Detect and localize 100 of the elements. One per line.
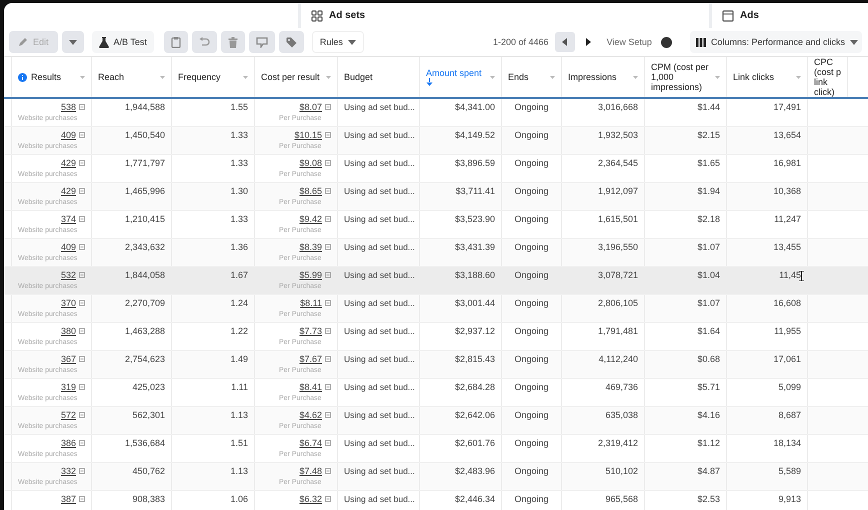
- budget-cell: Using ad set bud...: [344, 410, 415, 420]
- table-cell: 18,134: [773, 438, 801, 448]
- table-cell: 1,465,996: [124, 186, 165, 196]
- rules-button[interactable]: Rules: [312, 31, 364, 53]
- compare-icon: [79, 300, 85, 306]
- table-cell: 5,589: [778, 466, 801, 476]
- table-cell: 1.13: [230, 410, 248, 420]
- table-cell: 13,455: [773, 242, 801, 252]
- table-row[interactable]: 387 908,383 1.06 $6.32 Using ad set bud... $2,446.34 Ongoing 965,568 $2.53 9,913: [4, 491, 868, 510]
- table-cell: 1.33: [230, 158, 248, 168]
- results-link[interactable]: 319: [60, 382, 76, 392]
- cost-link[interactable]: $7.73: [299, 326, 322, 336]
- table-cell: $2.18: [697, 214, 720, 224]
- cost-link[interactable]: $9.08: [299, 158, 322, 168]
- column-header[interactable]: Ends: [502, 57, 562, 97]
- results-link[interactable]: 387: [60, 494, 76, 504]
- previous-page-button[interactable]: [554, 32, 575, 52]
- end-date-cell: Ongoing: [514, 494, 549, 504]
- column-header[interactable]: CPM (cost per 1,000 impressions): [645, 57, 727, 97]
- left-triangle-icon: [562, 38, 568, 46]
- budget-cell: Using ad set bud...: [344, 186, 415, 196]
- cost-link[interactable]: $8.41: [299, 382, 322, 392]
- table-cell: $1.04: [697, 270, 720, 280]
- table-cell: $1.65: [697, 158, 720, 168]
- results-link[interactable]: 429: [60, 186, 76, 196]
- column-header[interactable]: Budget: [338, 57, 420, 97]
- compare-icon: [325, 468, 331, 474]
- table-cell: 1,932,503: [598, 130, 638, 140]
- table-cell: 635,038: [605, 410, 638, 420]
- cost-link[interactable]: $8.39: [299, 242, 322, 252]
- results-link[interactable]: 409: [60, 130, 76, 140]
- table-cell: 469,736: [605, 382, 638, 392]
- cost-link[interactable]: $7.67: [299, 354, 322, 364]
- table-cell: $2,937.12: [454, 326, 495, 336]
- cost-link[interactable]: $8.65: [299, 186, 322, 196]
- caret-icon: [850, 40, 858, 44]
- table-cell: $2,815.43: [454, 354, 495, 364]
- results-link[interactable]: 380: [60, 326, 76, 336]
- results-link[interactable]: 429: [60, 158, 76, 168]
- results-link[interactable]: 409: [60, 242, 76, 252]
- cost-link[interactable]: $6.32: [299, 494, 322, 504]
- results-link[interactable]: 332: [60, 466, 76, 476]
- table-cell: 1.33: [230, 214, 248, 224]
- table-cell: 16,608: [773, 298, 801, 308]
- table-cell: 1.30: [230, 186, 248, 196]
- table-cell: $1.44: [697, 102, 720, 112]
- cost-link[interactable]: $5.99: [299, 270, 322, 280]
- column-header[interactable]: Amount spent: [420, 57, 502, 97]
- table-cell: 908,383: [132, 494, 165, 504]
- column-header[interactable]: Cost per result: [255, 57, 338, 97]
- end-date-cell: Ongoing: [514, 382, 549, 392]
- cost-link[interactable]: $6.74: [299, 438, 322, 448]
- ab-test-button[interactable]: A/B Test: [92, 31, 154, 53]
- end-date-cell: Ongoing: [514, 354, 549, 364]
- sort-arrow-icon: [426, 78, 433, 86]
- table-cell: 8,687: [778, 410, 801, 420]
- table-cell: $3,188.60: [454, 270, 495, 280]
- column-header[interactable]: Impressions: [562, 57, 645, 97]
- compare-icon: [79, 244, 85, 250]
- table-cell: $3,896.59: [454, 158, 495, 168]
- table-cell: $1.07: [697, 242, 720, 252]
- trash-icon: [228, 36, 238, 48]
- table-cell: $3,523.90: [454, 214, 495, 224]
- cost-link[interactable]: $9.42: [299, 214, 322, 224]
- column-header[interactable]: Results: [12, 57, 92, 97]
- results-link[interactable]: 374: [60, 214, 76, 224]
- columns-button[interactable]: Columns: Performance and clicks: [690, 31, 862, 53]
- results-link[interactable]: 572: [60, 410, 76, 420]
- table-cell: $2,483.96: [454, 466, 495, 476]
- table-cell: 1.13: [230, 466, 248, 476]
- budget-cell: Using ad set bud...: [344, 382, 415, 392]
- table-cell: 425,023: [132, 382, 165, 392]
- compare-icon: [325, 188, 331, 194]
- budget-cell: Using ad set bud...: [344, 270, 415, 280]
- results-link[interactable]: 386: [60, 438, 76, 448]
- compare-icon: [79, 328, 85, 334]
- table-cell: 965,568: [605, 494, 638, 504]
- column-header[interactable]: Link clicks: [727, 57, 808, 97]
- column-header[interactable]: Frequency: [172, 57, 255, 97]
- table-cell: $2,642.06: [454, 410, 495, 420]
- end-date-cell: Ongoing: [514, 326, 549, 336]
- table-cell: 1,844,058: [124, 270, 165, 280]
- compare-icon: [79, 132, 85, 138]
- results-link[interactable]: 370: [60, 298, 76, 308]
- cost-link[interactable]: $10.15: [294, 130, 322, 140]
- cost-link[interactable]: $8.11: [300, 298, 322, 308]
- table-cell: 2,364,545: [598, 158, 638, 168]
- cost-link[interactable]: $4.62: [299, 410, 322, 420]
- budget-cell: Using ad set bud...: [344, 214, 415, 224]
- results-link[interactable]: 532: [60, 270, 76, 280]
- results-link[interactable]: 538: [60, 102, 76, 112]
- table-cell: 4,112,240: [598, 354, 638, 364]
- cost-link[interactable]: $8.07: [299, 102, 322, 112]
- budget-cell: Using ad set bud...: [344, 158, 415, 168]
- column-header[interactable]: CPC (cost p link click): [808, 57, 848, 97]
- cost-link[interactable]: $7.48: [299, 466, 322, 476]
- results-link[interactable]: 367: [60, 354, 76, 364]
- column-header[interactable]: Reach: [92, 57, 172, 97]
- table-cell: $1.07: [697, 298, 720, 308]
- text-cursor-icon: [799, 271, 804, 281]
